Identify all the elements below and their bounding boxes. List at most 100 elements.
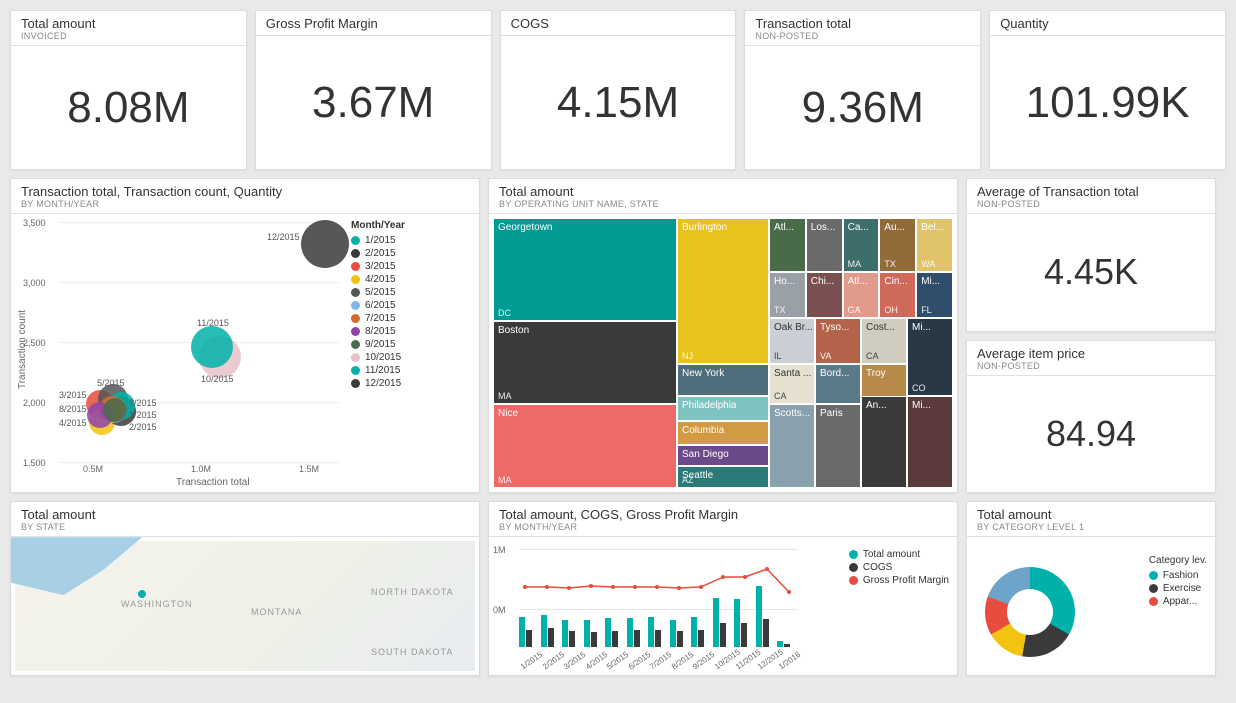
bubble-chart[interactable]: 3,500 3,000 2,500 2,000 1,500 0.5M 1.0M … — [11, 214, 479, 492]
legend-item[interactable]: 4/2015 — [351, 274, 471, 285]
legend-item[interactable]: COGS — [849, 562, 949, 573]
treemap-cell[interactable]: Atl...GA — [843, 272, 880, 318]
treemap-cell[interactable]: Bel...WA — [916, 218, 953, 272]
bar-cogs[interactable] — [677, 631, 683, 647]
bar-cogs[interactable] — [526, 630, 532, 647]
treemap-card[interactable]: Total amountBY OPERATING UNIT NAME, STAT… — [488, 178, 958, 493]
kpi-transaction-total[interactable]: Transaction totalNON-POSTED 9.36M — [744, 10, 981, 170]
bar-total[interactable] — [777, 641, 783, 647]
legend-item[interactable]: Gross Profit Margin — [849, 575, 949, 586]
treemap-cell[interactable]: An... — [861, 396, 907, 488]
treemap-cell[interactable]: Los... — [806, 218, 843, 272]
bar-total[interactable] — [605, 618, 611, 647]
legend-item[interactable]: Appar... — [1149, 596, 1207, 607]
legend-item[interactable]: 10/2015 — [351, 352, 471, 363]
kpi-avg-transaction-total[interactable]: Average of Transaction totalNON-POSTED 4… — [966, 178, 1216, 332]
treemap-cell[interactable]: NiceMA — [493, 404, 677, 488]
bar-total[interactable] — [713, 598, 719, 647]
treemap-cell[interactable]: Cost...CA — [861, 318, 907, 364]
legend-item[interactable]: Total amount — [849, 549, 949, 560]
legend-item[interactable]: 12/2015 — [351, 378, 471, 389]
bar-cogs[interactable] — [612, 631, 618, 647]
treemap-cell[interactable]: Au...TX — [879, 218, 916, 272]
map-card[interactable]: Total amountBY STATE WASHINGTON MONTANA … — [10, 501, 480, 676]
bar-group[interactable] — [584, 585, 598, 647]
legend-item[interactable]: Exercise — [1149, 583, 1207, 594]
treemap-cell[interactable]: Paris — [815, 404, 861, 488]
treemap-cell[interactable]: Mi... — [907, 396, 953, 488]
legend-item[interactable]: 5/2015 — [351, 287, 471, 298]
kpi-cogs[interactable]: COGS 4.15M — [500, 10, 737, 170]
treemap-cell[interactable]: Ho...TX — [769, 272, 806, 318]
bar-total[interactable] — [627, 618, 633, 647]
bar-group[interactable] — [756, 585, 770, 647]
treemap-cell[interactable]: Philadelphia — [677, 396, 769, 420]
bar-group[interactable] — [691, 585, 705, 647]
bar-group[interactable] — [519, 585, 533, 647]
treemap-cell[interactable]: BostonMA — [493, 321, 677, 405]
bar-total[interactable] — [648, 617, 654, 647]
treemap-cell[interactable]: New York — [677, 364, 769, 396]
donut-card[interactable]: Total amountBY CATEGORY LEVEL 1 Category… — [966, 501, 1216, 676]
bar-total[interactable] — [670, 620, 676, 647]
bar-cogs[interactable] — [569, 631, 575, 647]
treemap-cell[interactable]: Chi... — [806, 272, 843, 318]
kpi-total-amount[interactable]: Total amountINVOICED 8.08M — [10, 10, 247, 170]
bar-cogs[interactable] — [720, 623, 726, 647]
treemap-cell[interactable]: Tyso...VA — [815, 318, 861, 364]
treemap-cell[interactable]: SeattleAZ — [677, 466, 769, 488]
bar-total[interactable] — [519, 617, 525, 647]
legend-item[interactable]: 1/2015 — [351, 235, 471, 246]
treemap-cell[interactable]: Atl... — [769, 218, 806, 272]
bar-cogs[interactable] — [655, 630, 661, 647]
kpi-gross-profit-margin[interactable]: Gross Profit Margin 3.67M — [255, 10, 492, 170]
bubble[interactable] — [191, 326, 233, 368]
legend-item[interactable]: 2/2015 — [351, 248, 471, 259]
bar-group[interactable] — [562, 585, 576, 647]
kpi-avg-item-price[interactable]: Average item priceNON-POSTED 84.94 — [966, 340, 1216, 494]
bar-group[interactable] — [777, 585, 791, 647]
bar-group[interactable] — [627, 585, 641, 647]
treemap-cell[interactable]: Mi...FL — [916, 272, 953, 318]
treemap-cell[interactable]: GeorgetownDC — [493, 218, 677, 320]
bar-total[interactable] — [691, 617, 697, 647]
legend-item[interactable]: 3/2015 — [351, 261, 471, 272]
map-chart[interactable]: WASHINGTON MONTANA NORTH DAKOTA SOUTH DA… — [11, 537, 479, 675]
bar-group[interactable] — [670, 585, 684, 647]
bar-cogs[interactable] — [548, 628, 554, 647]
treemap-cell[interactable]: Columbia — [677, 421, 769, 445]
donut-ring[interactable] — [985, 567, 1075, 657]
bar-cogs[interactable] — [591, 632, 597, 647]
treemap-cell[interactable]: Mi...CO — [907, 318, 953, 396]
bar-group[interactable] — [605, 585, 619, 647]
bar-total[interactable] — [541, 615, 547, 647]
treemap-cell[interactable]: Ca...MA — [843, 218, 880, 272]
kpi-quantity[interactable]: Quantity 101.99K — [989, 10, 1226, 170]
legend-item[interactable]: 11/2015 — [351, 365, 471, 376]
legend-item[interactable]: 8/2015 — [351, 326, 471, 337]
bar-cogs[interactable] — [784, 644, 790, 647]
bubble[interactable] — [301, 220, 349, 268]
bubble-chart-card[interactable]: Transaction total, Transaction count, Qu… — [10, 178, 480, 493]
legend-item[interactable]: 7/2015 — [351, 313, 471, 324]
legend-item[interactable]: 9/2015 — [351, 339, 471, 350]
bar-group[interactable] — [648, 585, 662, 647]
bar-cogs[interactable] — [741, 623, 747, 647]
bar-total[interactable] — [756, 586, 762, 647]
bar-total[interactable] — [734, 599, 740, 647]
bar-total[interactable] — [562, 620, 568, 647]
treemap-cell[interactable]: San Diego — [677, 445, 769, 467]
treemap-cell[interactable]: Scotts... — [769, 404, 815, 488]
bar-cogs[interactable] — [763, 619, 769, 647]
legend-item[interactable]: Fashion — [1149, 570, 1207, 581]
bar-cogs[interactable] — [698, 630, 704, 647]
barline-card[interactable]: Total amount, COGS, Gross Profit MarginB… — [488, 501, 958, 676]
donut-chart[interactable]: Category lev. Fashion Exercise Appar... — [967, 537, 1215, 675]
legend-item[interactable]: 6/2015 — [351, 300, 471, 311]
bar-group[interactable] — [541, 585, 555, 647]
bar-total[interactable] — [584, 620, 590, 647]
treemap-cell[interactable]: Bord... — [815, 364, 861, 404]
bar-group[interactable] — [713, 585, 727, 647]
treemap-cell[interactable]: Santa ...CA — [769, 364, 815, 404]
treemap-cell[interactable]: BurlingtonNJ — [677, 218, 769, 364]
